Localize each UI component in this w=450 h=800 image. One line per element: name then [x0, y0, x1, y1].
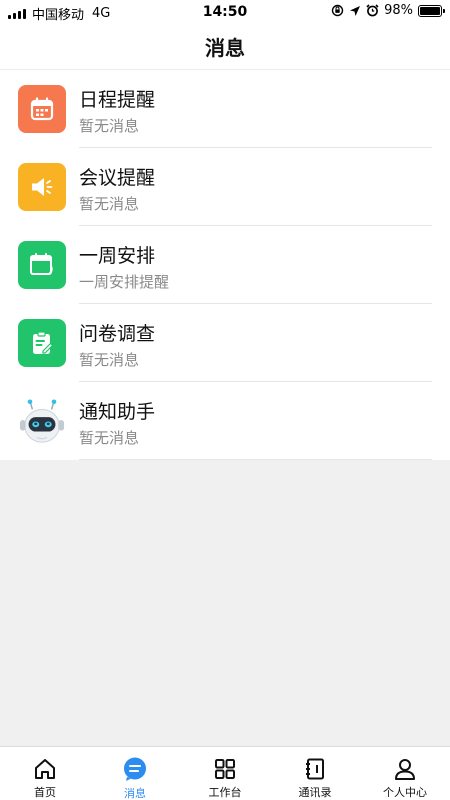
status-bar: 中国移动 4G 14:50 98%	[0, 0, 450, 24]
tab-label: 消息	[124, 787, 146, 800]
orientation-lock-icon	[331, 4, 344, 17]
address-book-icon	[302, 756, 328, 781]
divider	[79, 459, 432, 460]
message-subtitle: 暂无消息	[79, 429, 140, 447]
message-title: 日程提醒	[79, 89, 156, 111]
speaker-icon	[18, 163, 66, 211]
calendar-icon	[18, 85, 66, 133]
location-icon	[350, 5, 361, 16]
tab-label: 工作台	[208, 786, 242, 799]
battery-icon	[418, 4, 445, 17]
message-icon	[122, 756, 148, 782]
tab-workbench[interactable]: 工作台	[180, 747, 270, 800]
tab-profile[interactable]: 个人中心	[360, 747, 450, 800]
message-list: 日程提醒 暂无消息 会议提醒 暂无消息 一周安排 一周安排提醒 问卷调查 暂无消…	[0, 70, 450, 460]
tab-label: 个人中心	[383, 786, 427, 799]
message-item-assistant[interactable]: 通知助手 暂无消息	[0, 382, 450, 460]
calendar-week-icon	[18, 241, 66, 289]
battery-percent: 98%	[384, 3, 413, 18]
status-right: 98%	[331, 3, 445, 18]
page-title: 消息	[205, 36, 245, 60]
alarm-icon	[366, 4, 379, 17]
nav-bar: 消息	[0, 24, 450, 70]
robot-icon	[18, 397, 66, 445]
message-item-meeting[interactable]: 会议提醒 暂无消息	[0, 148, 450, 226]
message-title: 问卷调查	[79, 323, 156, 345]
tab-label: 通讯录	[298, 786, 332, 799]
tab-contacts[interactable]: 通讯录	[270, 747, 360, 800]
message-subtitle: 一周安排提醒	[79, 273, 170, 291]
message-title: 一周安排	[79, 245, 156, 267]
message-title: 会议提醒	[79, 167, 156, 189]
message-item-schedule[interactable]: 日程提醒 暂无消息	[0, 70, 450, 148]
message-item-weekly[interactable]: 一周安排 一周安排提醒	[0, 226, 450, 304]
tab-home[interactable]: 首页	[0, 747, 90, 800]
message-subtitle: 暂无消息	[79, 117, 140, 135]
tab-bar: 首页 消息 工作台 通讯录 个人中心	[0, 746, 450, 800]
tab-label: 首页	[34, 786, 56, 799]
message-subtitle: 暂无消息	[79, 195, 140, 213]
home-icon	[32, 756, 58, 781]
message-subtitle: 暂无消息	[79, 351, 140, 369]
message-item-survey[interactable]: 问卷调查 暂无消息	[0, 304, 450, 382]
message-title: 通知助手	[79, 401, 156, 423]
person-icon	[392, 756, 418, 781]
clipboard-edit-icon	[18, 319, 66, 367]
tab-messages[interactable]: 消息	[90, 747, 180, 800]
grid-icon	[212, 756, 238, 781]
